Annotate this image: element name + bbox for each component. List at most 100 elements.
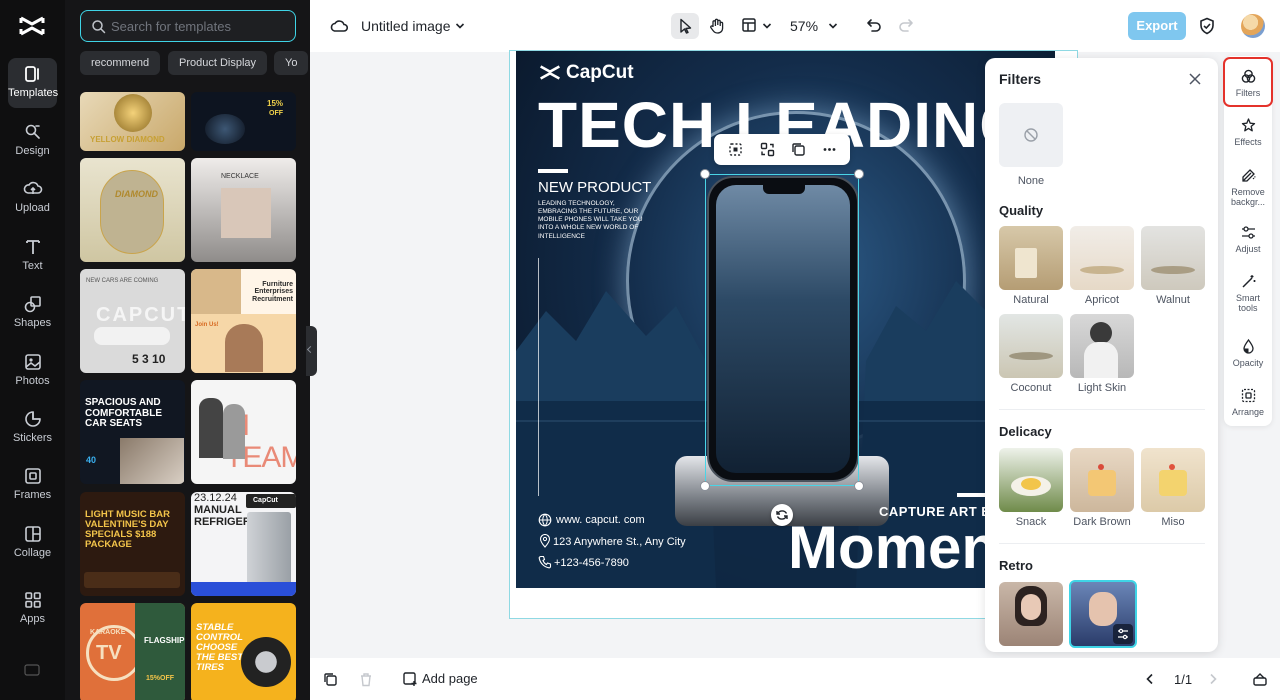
template-thumb[interactable]: NEW CARS ARE COMING CAPCUT 5 3 10 <box>80 269 185 373</box>
template-thumb[interactable]: STABLE CONTROL CHOOSE THE BEST TIRES <box>191 603 296 700</box>
search-icon <box>92 20 106 34</box>
chip-recommend[interactable]: recommend <box>80 51 161 75</box>
sidebar-item-apps[interactable]: Apps <box>8 584 57 634</box>
filter-retro-2-selected[interactable] <box>1069 580 1137 648</box>
template-thumb[interactable]: KARAOKE TV FLAGSHIP 15%OFF <box>80 603 185 700</box>
chevron-down-icon[interactable] <box>762 21 772 31</box>
design-icon <box>25 124 40 139</box>
sidebar-item-stickers[interactable]: Stickers <box>8 403 57 453</box>
duplicate-page-icon[interactable] <box>323 672 338 687</box>
upload-icon <box>23 181 42 194</box>
filter-label: Miso <box>1161 516 1185 528</box>
tool-arrange[interactable]: Arrange <box>1224 387 1272 417</box>
tool-label: Arrange <box>1231 407 1265 417</box>
filter-snack[interactable] <box>999 448 1063 512</box>
crop-select-icon[interactable] <box>728 142 743 157</box>
template-thumb[interactable]: 23.12.24 CapCut MANUAL REFRIGERATOR <box>191 492 296 596</box>
template-thumb[interactable]: NECKLACE <box>191 158 296 262</box>
filter-dark-brown[interactable] <box>1070 448 1134 512</box>
redo-icon[interactable] <box>898 17 914 33</box>
template-thumb[interactable]: LIGHT MUSIC BAR VALENTINE'S DAY SPECIALS… <box>80 492 185 596</box>
capcut-logo-icon[interactable] <box>18 14 46 38</box>
zoom-level[interactable]: 57% <box>790 18 818 34</box>
divider <box>999 409 1205 410</box>
document-title[interactable]: Untitled image <box>361 18 451 34</box>
selection-box[interactable] <box>705 174 859 486</box>
export-button[interactable]: Export <box>1128 12 1186 40</box>
undo-icon[interactable] <box>866 17 882 33</box>
sidebar-item-shapes[interactable]: Shapes <box>8 288 57 338</box>
tool-opacity[interactable]: Opacity <box>1224 338 1272 368</box>
hand-tool-icon[interactable] <box>708 17 726 35</box>
shield-icon[interactable] <box>1199 17 1215 35</box>
filter-none[interactable] <box>999 103 1063 167</box>
text-icon <box>25 240 40 254</box>
duplicate-icon[interactable] <box>791 142 806 157</box>
selection-toolbar <box>714 134 850 165</box>
tool-adjust[interactable]: Adjust <box>1224 224 1272 254</box>
resize-handle[interactable] <box>854 169 864 179</box>
add-page-button[interactable]: Add page <box>422 671 478 686</box>
resize-handle[interactable] <box>854 481 864 491</box>
keyboard-icon[interactable] <box>24 662 40 678</box>
template-thumb[interactable]: YELLOW DIAMOND <box>80 92 185 151</box>
chip-product-display[interactable]: Product Display <box>168 51 268 75</box>
trash-icon[interactable] <box>359 672 373 687</box>
search-input[interactable] <box>111 16 286 36</box>
adjust-filter-icon[interactable] <box>1116 627 1130 641</box>
template-thumb[interactable]: M TEAM <box>191 380 296 484</box>
filter-miso[interactable] <box>1141 448 1205 512</box>
filter-light-skin[interactable] <box>1070 314 1134 378</box>
template-thumb[interactable]: DIAMOND <box>80 158 185 262</box>
filter-coconut[interactable] <box>999 314 1063 378</box>
sidebar-item-label: Stickers <box>12 432 53 444</box>
template-subtitle: CAPCUT <box>96 304 185 326</box>
chip-partial[interactable]: Yo <box>274 51 309 75</box>
chevron-down-icon[interactable] <box>828 21 838 31</box>
resize-handle[interactable] <box>700 481 710 491</box>
chevron-left-icon[interactable] <box>1144 673 1156 685</box>
tool-label: Opacity <box>1232 358 1264 368</box>
rotate-handle[interactable] <box>771 504 793 526</box>
add-page-icon[interactable] <box>402 671 418 687</box>
sidebar-item-collage[interactable]: Collage <box>8 518 57 568</box>
sidebar-item-upload[interactable]: Upload <box>8 173 57 223</box>
avatar[interactable] <box>1241 14 1265 38</box>
filter-walnut[interactable] <box>1141 226 1205 290</box>
select-tool-button[interactable] <box>671 13 699 39</box>
filter-apricot[interactable] <box>1070 226 1134 290</box>
filter-natural[interactable] <box>999 226 1063 290</box>
tool-smart-tools[interactable]: Smart tools <box>1224 273 1272 313</box>
sidebar-item-photos[interactable]: Photos <box>8 346 57 396</box>
tool-effects[interactable]: Effects <box>1224 117 1272 147</box>
apps-icon <box>24 592 41 608</box>
template-thumb[interactable]: Furniture Enterprises Recruitment Join U… <box>191 269 296 373</box>
panel-collapse-handle[interactable] <box>306 326 317 376</box>
template-title: LIGHT MUSIC BAR VALENTINE'S DAY SPECIALS… <box>85 509 170 550</box>
cloud-icon[interactable] <box>330 17 348 35</box>
layout-icon[interactable] <box>741 17 757 33</box>
sidebar-item-design[interactable]: Design <box>8 116 57 166</box>
filter-label: Coconut <box>1010 382 1052 394</box>
chevron-right-icon[interactable] <box>1207 673 1219 685</box>
sidebar-item-templates[interactable]: Templates <box>8 58 58 108</box>
more-options-icon[interactable] <box>822 142 837 157</box>
poster-brand: CapCut <box>566 62 634 83</box>
close-icon[interactable] <box>1188 72 1202 86</box>
template-subtitle: Join Us! <box>195 322 219 328</box>
stickers-icon <box>24 411 41 427</box>
filter-retro-1[interactable] <box>999 582 1063 646</box>
replace-icon[interactable] <box>760 142 775 157</box>
poster-subhead: NEW PRODUCT <box>538 179 652 196</box>
tool-remove-background[interactable]: Remove backgr... <box>1224 167 1272 207</box>
sidebar-item-label: Apps <box>19 613 46 625</box>
template-subtitle: KARAOKE <box>90 629 126 636</box>
sidebar-item-frames[interactable]: Frames <box>8 460 57 510</box>
pages-panel-icon[interactable] <box>1252 671 1268 687</box>
template-thumb[interactable]: 15% OFF <box>191 92 296 151</box>
sidebar-item-text[interactable]: Text <box>8 231 57 281</box>
resize-handle[interactable] <box>700 169 710 179</box>
search-box[interactable] <box>80 10 296 42</box>
template-thumb[interactable]: SPACIOUS AND COMFORTABLE CAR SEATS 40 <box>80 380 185 484</box>
chevron-down-icon[interactable] <box>455 21 465 31</box>
